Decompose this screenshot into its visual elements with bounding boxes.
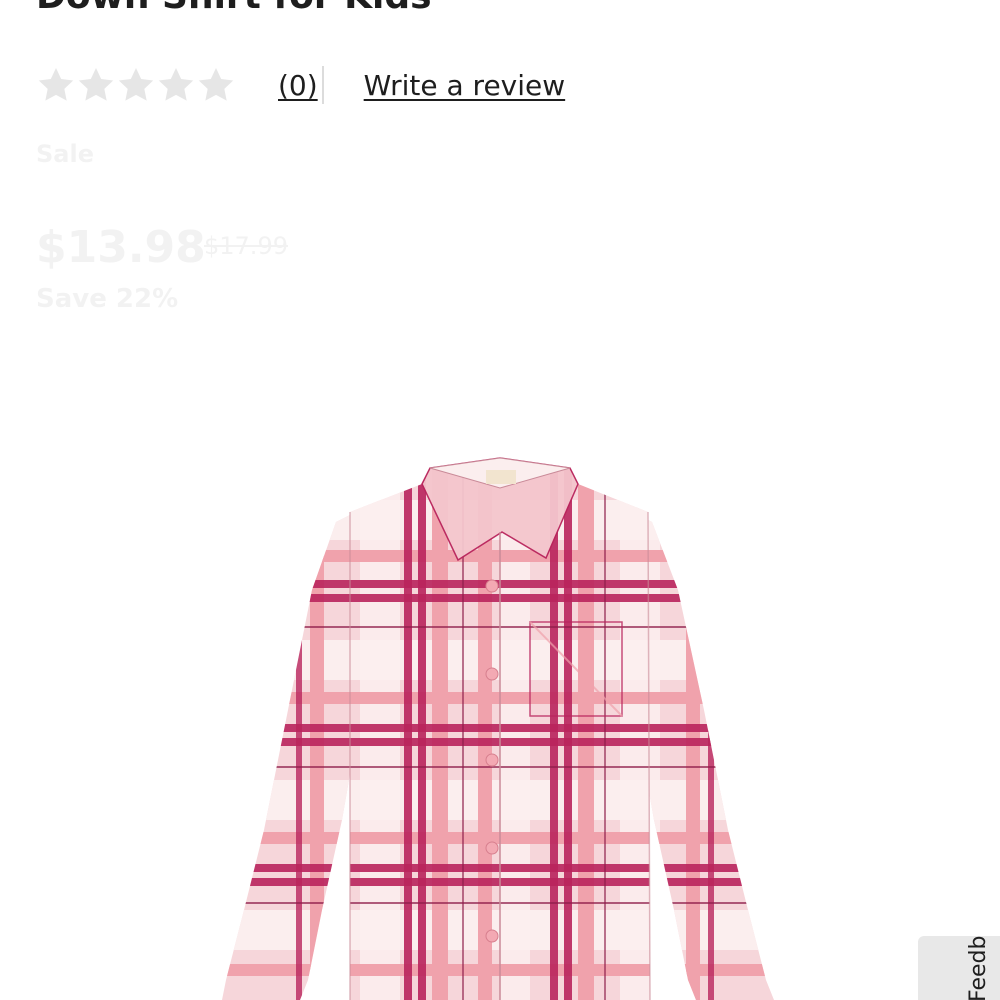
plaid-shirt-image[interactable]: [200, 440, 800, 1000]
original-price: $17.99: [204, 232, 288, 260]
write-review-link[interactable]: Write a review: [364, 69, 565, 102]
feedback-tab[interactable]: Feedback: [918, 936, 1000, 1000]
star-icon: [158, 68, 194, 101]
review-count-link[interactable]: (0): [278, 69, 318, 102]
star-icon: [198, 68, 234, 101]
star-icon: [118, 68, 154, 101]
product-page: Down Shirt for Kids (0) Write a review S…: [0, 0, 1000, 1000]
rating-divider: [321, 66, 324, 104]
product-title: Down Shirt for Kids: [36, 0, 432, 20]
sale-badge: Sale: [36, 140, 94, 168]
savings-text: Save 22%: [36, 284, 179, 314]
feedback-tab-label: Feedback: [966, 936, 991, 1000]
star-icon: [38, 68, 74, 101]
current-price: $13.98: [36, 222, 206, 273]
rating-row: (0) Write a review: [36, 62, 565, 108]
star-rating: [36, 65, 236, 105]
star-icon: [78, 68, 114, 101]
